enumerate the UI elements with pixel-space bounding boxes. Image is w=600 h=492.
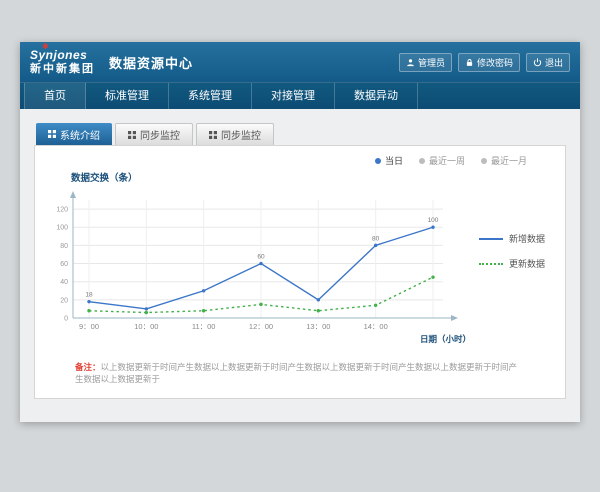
change-password-label: 修改密码 [477,56,513,69]
tab-sync-monitor-1[interactable]: 同步监控 [115,123,193,145]
svg-text:14：00: 14：00 [364,322,388,331]
filter-dot-icon [481,158,487,164]
admin-user-button[interactable]: 管理员 [399,53,452,72]
svg-text:13：00: 13：00 [306,322,330,331]
svg-text:120: 120 [56,207,68,214]
svg-text:日期（小时）: 日期（小时） [420,334,471,344]
svg-text:9：00: 9：00 [79,322,99,331]
content-panel: 当日 最近一周 最近一月 数据交换（条） 0 20 40 60 80 100 120 9：00… [34,145,566,399]
svg-text:10：00: 10：00 [134,322,158,331]
solid-line-icon [479,238,503,240]
nav-item-standard-mgmt[interactable]: 标准管理 [86,83,169,109]
nav-item-home[interactable]: 首页 [24,83,86,109]
header-actions: 管理员 修改密码 退出 [399,53,570,72]
logout-icon [533,58,542,67]
logo-text-en: ✱Synjones [30,49,95,62]
main-content: 系统介绍 同步监控 同步监控 当日 最近一周 [20,109,580,422]
svg-text:80: 80 [60,243,68,250]
legend-label: 更新数据 [509,257,545,270]
filter-today[interactable]: 当日 [375,154,403,167]
user-icon [406,58,415,67]
tab-bar: 系统介绍 同步监控 同步监控 [36,123,566,145]
nav-item-data-change[interactable]: 数据异动 [335,83,418,109]
grid-icon [48,130,56,138]
lock-icon [465,58,474,67]
svg-text:20: 20 [60,297,68,304]
note: 备注：以上数据更新于时间产生数据以上数据更新于时间产生数据以上数据更新于时间产生… [45,362,555,386]
grid-icon [128,131,136,139]
app-window: ✱Synjones 新中新集团 数据资源中心 管理员 修改密码 退出 首页 标准… [20,42,580,422]
dashed-line-icon [479,263,503,265]
filter-last-week[interactable]: 最近一周 [419,154,465,167]
legend-item-new-data: 新增数据 [479,232,555,245]
svg-text:0: 0 [64,316,68,323]
filter-last-month[interactable]: 最近一月 [481,154,527,167]
page-title: 数据资源中心 [109,53,193,72]
svg-text:11：00: 11：00 [192,322,216,331]
svg-text:18: 18 [85,292,93,299]
logo-text-cn: 新中新集团 [30,64,95,76]
tab-label: 系统介绍 [60,127,100,142]
svg-text:40: 40 [60,279,68,286]
svg-text:100: 100 [56,225,68,232]
svg-text:60: 60 [60,261,68,268]
tab-system-intro[interactable]: 系统介绍 [36,123,112,145]
app-header: ✱Synjones 新中新集团 数据资源中心 管理员 修改密码 退出 [20,42,580,82]
logout-label: 退出 [545,56,563,69]
filter-label: 当日 [385,154,403,167]
series-legend: 新增数据 更新数据 [473,184,555,348]
nav-item-system-mgmt[interactable]: 系统管理 [169,83,252,109]
line-chart: 0 20 40 60 80 100 120 9：00 10：00 11：00 12：00 13：00 1… [45,184,473,348]
filter-dot-icon [419,158,425,164]
legend-item-updated-data: 更新数据 [479,257,555,270]
change-password-button[interactable]: 修改密码 [458,53,520,72]
nav-item-interface-mgmt[interactable]: 对接管理 [252,83,335,109]
filter-dot-icon [375,158,381,164]
note-label: 备注： [75,362,101,372]
filter-legend: 当日 最近一周 最近一月 [45,154,555,167]
legend-label: 新增数据 [509,232,545,245]
note-text: 以上数据更新于时间产生数据以上数据更新于时间产生数据以上数据更新于时间产生数据以… [75,362,517,384]
filter-label: 最近一周 [429,154,465,167]
grid-icon [209,131,217,139]
tab-label: 同步监控 [221,127,261,142]
svg-text:100: 100 [428,217,439,224]
main-nav: 首页 标准管理 系统管理 对接管理 数据异动 [20,82,580,109]
chart-area: 0 20 40 60 80 100 120 9：00 10：00 11：00 12：00 13：00 1… [45,184,555,348]
svg-text:80: 80 [372,235,380,242]
logo: ✱Synjones 新中新集团 [30,49,95,75]
logo-star-icon: ✱ [42,43,49,51]
logout-button[interactable]: 退出 [526,53,570,72]
tab-label: 同步监控 [140,127,180,142]
admin-user-label: 管理员 [418,56,445,69]
svg-text:12：00: 12：00 [249,322,273,331]
filter-label: 最近一月 [491,154,527,167]
svg-text:60: 60 [257,254,265,261]
y-axis-title: 数据交换（条） [71,170,555,184]
tab-sync-monitor-2[interactable]: 同步监控 [196,123,274,145]
